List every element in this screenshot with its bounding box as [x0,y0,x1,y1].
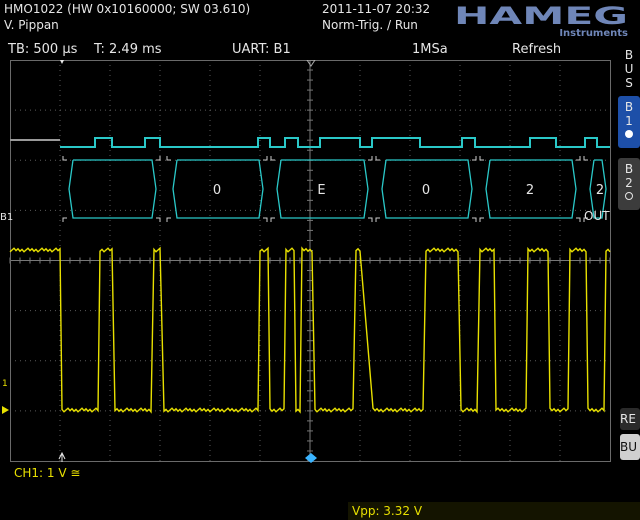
side-panel: B U S B 1 B 2 RE BU [616,40,640,520]
bus-type[interactable]: UART: B1 [232,42,291,57]
frame-bracket [479,156,484,161]
timebase[interactable]: TB: 500 µs [8,42,77,57]
ch1-ground-marker[interactable]: 1 [2,379,9,414]
user-name: V. Pippan [4,18,59,32]
brand-name: HAMEG [454,2,628,30]
datetime: 2011-11-07 20:32 [322,2,431,16]
bus-letter: B [624,48,634,62]
decoded-frame: E [270,156,373,222]
bus-bit-trace [60,137,610,148]
hameg-logo: HAMEG Instruments [454,2,628,38]
frame-bracket [270,217,275,222]
frame-value: 2 [526,183,534,198]
frame-bracket [166,217,171,222]
frame-bracket [472,156,477,161]
re-label: RE [620,412,636,426]
out-indicator: OUT [584,209,610,223]
acq-mode[interactable]: Refresh [512,42,561,57]
frame-bracket [263,156,268,161]
sample-rate: 1MSa [412,42,448,57]
trigger-state: Norm-Trig. / Run [322,18,418,32]
trigger-position-marker[interactable] [60,60,64,64]
frame-bracket [472,217,477,222]
bus-b1-button[interactable]: B 1 [618,96,640,148]
trigger-time[interactable]: T: 2.49 ms [94,42,162,57]
waveform-display[interactable]: 0 E 0 2 2 OUT B1 1 [0,60,612,464]
bus-b2-button[interactable]: B 2 [618,158,640,210]
frame-bracket [263,217,268,222]
frame-value: 0 [213,183,221,198]
b1-digit: 1 [625,114,633,128]
frame-bracket [270,156,275,161]
frame-bracket [62,217,67,222]
b1-letter: B [624,100,634,114]
active-dot-icon [625,130,633,138]
frame-bracket [166,156,171,161]
bu-label: BU [620,440,638,454]
frame-bracket [62,156,67,161]
brand-sub: Instruments [559,28,628,38]
decoded-frame: 0 [166,156,268,222]
inactive-circle-icon [625,192,633,200]
decoded-frame: 2 [479,156,581,222]
bus-letter: U [624,62,634,76]
frame-bracket [576,217,581,222]
bus-menu-button[interactable]: B U S [618,48,640,92]
frame-bracket [576,156,581,161]
b2-letter: B [624,162,634,176]
decoded-frame: 0 [375,156,477,222]
frame-bracket [156,217,161,222]
b2-digit: 2 [625,176,633,190]
bus-letter: S [625,76,633,90]
frame-bracket [375,217,380,222]
frame-bracket [583,156,588,161]
vpp-measurement[interactable]: Vpp: 3.32 V [348,502,640,520]
decoded-frame [62,156,161,222]
ch1-level-mark: 1 [2,379,8,389]
re-button[interactable]: RE [620,408,640,430]
frame-value: E [317,183,325,198]
bu-button[interactable]: BU [620,434,640,460]
decoded-frames: 0 E 0 2 2 OUT [62,156,610,223]
info-bar: TB: 500 µs T: 2.49 ms UART: B1 1MSa Refr… [0,40,612,60]
ch1-status[interactable]: CH1: 1 V ≅ [14,466,80,480]
frame-bracket [156,156,161,161]
frame-value: 0 [422,183,430,198]
b1-bus-label: B1 [0,212,13,223]
frame-bracket [368,217,373,222]
frame-bracket [375,156,380,161]
frame-value: 2 [596,183,604,198]
frame-hexagon [68,159,157,219]
device-info: HMO1022 (HW 0x10160000; SW 03.610) [4,2,251,16]
frame-bracket [479,217,484,222]
frame-bracket [368,156,373,161]
